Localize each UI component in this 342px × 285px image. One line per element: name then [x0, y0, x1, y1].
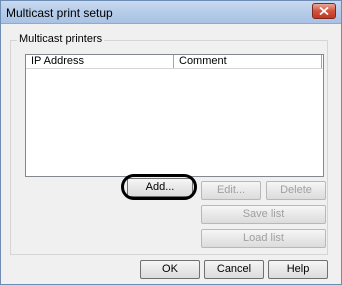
printer-list[interactable]: IP Address Comment: [25, 54, 324, 177]
column-header-ip-address[interactable]: IP Address: [26, 55, 174, 68]
close-button[interactable]: [312, 3, 336, 19]
window-title: Multicast print setup: [6, 6, 113, 20]
save-list-button[interactable]: Save list: [201, 205, 326, 224]
title-bar[interactable]: Multicast print setup: [1, 1, 341, 24]
column-header-comment[interactable]: Comment: [174, 55, 322, 68]
delete-button[interactable]: Delete: [266, 181, 326, 200]
add-button[interactable]: Add...: [127, 178, 193, 197]
edit-button[interactable]: Edit...: [201, 181, 261, 200]
close-icon: [319, 7, 329, 15]
help-button[interactable]: Help: [268, 260, 328, 279]
list-header: IP Address Comment: [26, 55, 323, 69]
group-label: Multicast printers: [17, 33, 105, 45]
ok-button[interactable]: OK: [140, 260, 200, 279]
cancel-button[interactable]: Cancel: [204, 260, 264, 279]
load-list-button[interactable]: Load list: [201, 229, 326, 248]
